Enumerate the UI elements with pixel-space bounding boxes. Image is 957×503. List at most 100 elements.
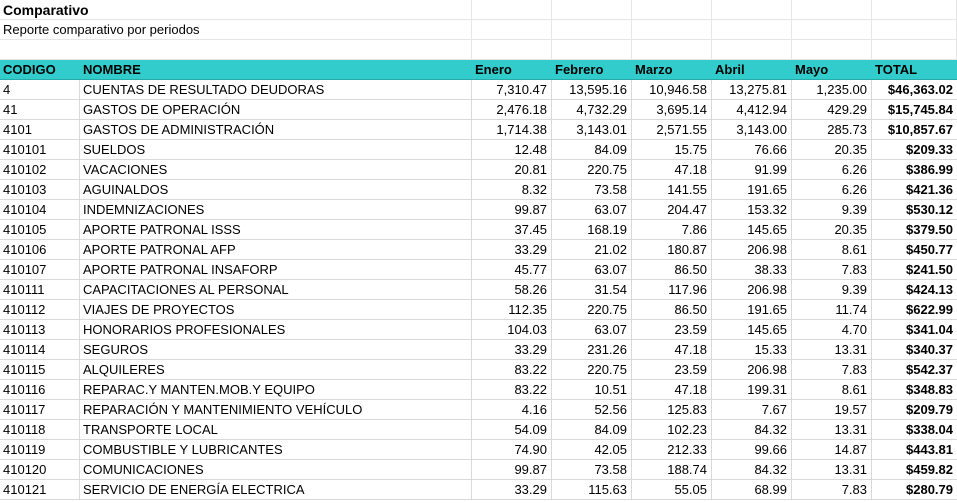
- cell-total[interactable]: $209.79: [872, 400, 957, 420]
- cell-abril[interactable]: 84.32: [712, 460, 792, 480]
- cell-abril[interactable]: 153.32: [712, 200, 792, 220]
- header-total[interactable]: TOTAL: [872, 60, 957, 80]
- cell-codigo[interactable]: 4: [0, 80, 80, 100]
- cell-codigo[interactable]: 410105: [0, 220, 80, 240]
- cell-nombre[interactable]: APORTE PATRONAL INSAFORP: [80, 260, 472, 280]
- cell-marzo[interactable]: 102.23: [632, 420, 712, 440]
- empty-cell[interactable]: [872, 40, 957, 60]
- cell-enero[interactable]: 4.16: [472, 400, 552, 420]
- cell-abril[interactable]: 191.65: [712, 300, 792, 320]
- cell-total[interactable]: $341.04: [872, 320, 957, 340]
- cell-total[interactable]: $340.37: [872, 340, 957, 360]
- cell-marzo[interactable]: 23.59: [632, 360, 712, 380]
- cell-mayo[interactable]: 9.39: [792, 280, 872, 300]
- header-nombre[interactable]: NOMBRE: [80, 60, 472, 80]
- empty-cell[interactable]: [872, 20, 957, 40]
- cell-marzo[interactable]: 23.59: [632, 320, 712, 340]
- cell-abril[interactable]: 145.65: [712, 220, 792, 240]
- cell-enero[interactable]: 99.87: [472, 200, 552, 220]
- cell-abril[interactable]: 68.99: [712, 480, 792, 500]
- cell-febrero[interactable]: 63.07: [552, 260, 632, 280]
- cell-abril[interactable]: 145.65: [712, 320, 792, 340]
- cell-codigo[interactable]: 41: [0, 100, 80, 120]
- cell-abril[interactable]: 13,275.81: [712, 80, 792, 100]
- cell-marzo[interactable]: 10,946.58: [632, 80, 712, 100]
- cell-total[interactable]: $622.99: [872, 300, 957, 320]
- empty-cell[interactable]: [872, 0, 957, 20]
- cell-nombre[interactable]: TRANSPORTE LOCAL: [80, 420, 472, 440]
- cell-febrero[interactable]: 31.54: [552, 280, 632, 300]
- cell-abril[interactable]: 84.32: [712, 420, 792, 440]
- empty-cell[interactable]: [712, 40, 792, 60]
- cell-nombre[interactable]: SEGUROS: [80, 340, 472, 360]
- report-title[interactable]: Comparativo: [0, 0, 472, 20]
- cell-codigo[interactable]: 410104: [0, 200, 80, 220]
- cell-marzo[interactable]: 125.83: [632, 400, 712, 420]
- cell-mayo[interactable]: 11.74: [792, 300, 872, 320]
- cell-total[interactable]: $459.82: [872, 460, 957, 480]
- cell-codigo[interactable]: 410115: [0, 360, 80, 380]
- cell-mayo[interactable]: 6.26: [792, 180, 872, 200]
- cell-codigo[interactable]: 410106: [0, 240, 80, 260]
- cell-nombre[interactable]: CAPACITACIONES AL PERSONAL: [80, 280, 472, 300]
- cell-codigo[interactable]: 410116: [0, 380, 80, 400]
- empty-cell[interactable]: [632, 20, 712, 40]
- header-abril[interactable]: Abril: [712, 60, 792, 80]
- cell-enero[interactable]: 2,476.18: [472, 100, 552, 120]
- cell-total[interactable]: $424.13: [872, 280, 957, 300]
- cell-febrero[interactable]: 220.75: [552, 300, 632, 320]
- cell-marzo[interactable]: 47.18: [632, 380, 712, 400]
- empty-cell[interactable]: [472, 40, 552, 60]
- cell-marzo[interactable]: 180.87: [632, 240, 712, 260]
- cell-febrero[interactable]: 63.07: [552, 200, 632, 220]
- cell-abril[interactable]: 199.31: [712, 380, 792, 400]
- cell-enero[interactable]: 83.22: [472, 360, 552, 380]
- cell-marzo[interactable]: 212.33: [632, 440, 712, 460]
- cell-enero[interactable]: 58.26: [472, 280, 552, 300]
- cell-abril[interactable]: 15.33: [712, 340, 792, 360]
- cell-total[interactable]: $15,745.84: [872, 100, 957, 120]
- cell-febrero[interactable]: 3,143.01: [552, 120, 632, 140]
- cell-marzo[interactable]: 188.74: [632, 460, 712, 480]
- header-codigo[interactable]: CODIGO: [0, 60, 80, 80]
- cell-febrero[interactable]: 21.02: [552, 240, 632, 260]
- cell-mayo[interactable]: 429.29: [792, 100, 872, 120]
- cell-nombre[interactable]: GASTOS DE ADMINISTRACIÓN: [80, 120, 472, 140]
- cell-mayo[interactable]: 4.70: [792, 320, 872, 340]
- cell-codigo[interactable]: 4101: [0, 120, 80, 140]
- cell-enero[interactable]: 54.09: [472, 420, 552, 440]
- cell-mayo[interactable]: 20.35: [792, 140, 872, 160]
- cell-marzo[interactable]: 86.50: [632, 260, 712, 280]
- cell-febrero[interactable]: 4,732.29: [552, 100, 632, 120]
- cell-nombre[interactable]: ALQUILERES: [80, 360, 472, 380]
- cell-mayo[interactable]: 7.83: [792, 480, 872, 500]
- cell-abril[interactable]: 99.66: [712, 440, 792, 460]
- cell-enero[interactable]: 104.03: [472, 320, 552, 340]
- cell-nombre[interactable]: APORTE PATRONAL AFP: [80, 240, 472, 260]
- cell-codigo[interactable]: 410102: [0, 160, 80, 180]
- cell-mayo[interactable]: 8.61: [792, 380, 872, 400]
- cell-marzo[interactable]: 47.18: [632, 340, 712, 360]
- cell-marzo[interactable]: 15.75: [632, 140, 712, 160]
- cell-mayo[interactable]: 13.31: [792, 420, 872, 440]
- cell-abril[interactable]: 7.67: [712, 400, 792, 420]
- cell-total[interactable]: $46,363.02: [872, 80, 957, 100]
- cell-mayo[interactable]: 9.39: [792, 200, 872, 220]
- cell-total[interactable]: $10,857.67: [872, 120, 957, 140]
- cell-codigo[interactable]: 410118: [0, 420, 80, 440]
- cell-febrero[interactable]: 84.09: [552, 420, 632, 440]
- cell-marzo[interactable]: 3,695.14: [632, 100, 712, 120]
- cell-nombre[interactable]: VACACIONES: [80, 160, 472, 180]
- cell-febrero[interactable]: 73.58: [552, 180, 632, 200]
- cell-mayo[interactable]: 285.73: [792, 120, 872, 140]
- cell-abril[interactable]: 3,143.00: [712, 120, 792, 140]
- cell-enero[interactable]: 1,714.38: [472, 120, 552, 140]
- empty-cell[interactable]: [792, 0, 872, 20]
- cell-nombre[interactable]: SUELDOS: [80, 140, 472, 160]
- cell-febrero[interactable]: 73.58: [552, 460, 632, 480]
- cell-enero[interactable]: 8.32: [472, 180, 552, 200]
- cell-febrero[interactable]: 52.56: [552, 400, 632, 420]
- cell-nombre[interactable]: COMBUSTIBLE Y LUBRICANTES: [80, 440, 472, 460]
- cell-enero[interactable]: 45.77: [472, 260, 552, 280]
- cell-marzo[interactable]: 55.05: [632, 480, 712, 500]
